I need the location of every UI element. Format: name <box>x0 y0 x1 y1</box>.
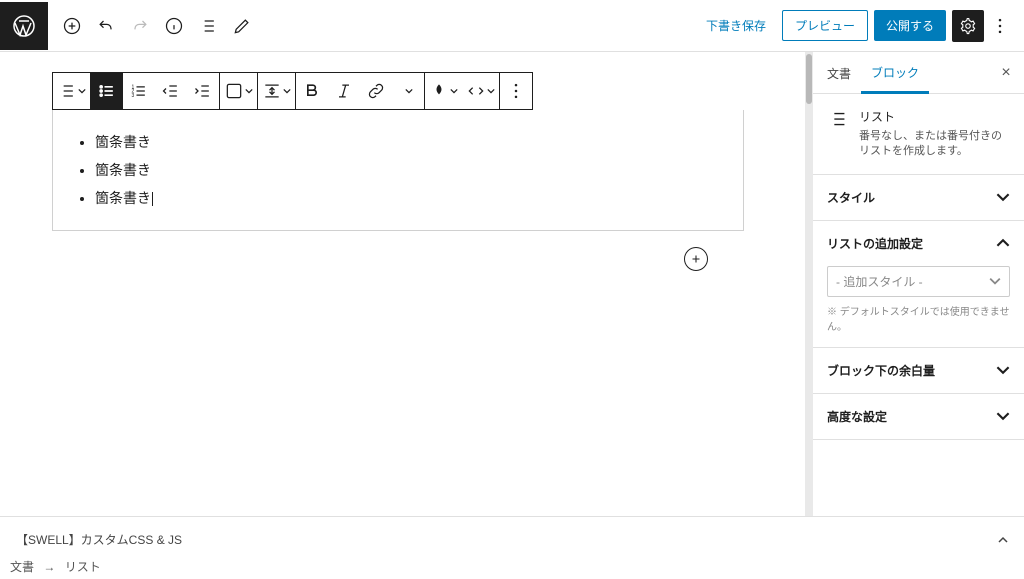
save-draft-button[interactable]: 下書き保存 <box>696 11 776 40</box>
extra-style-note: ※ デフォルトスタイルでは使用できません。 <box>827 303 1010 333</box>
info-icon[interactable] <box>158 10 190 42</box>
link-icon[interactable] <box>360 73 392 109</box>
block-description: リスト 番号なし、または番号付きのリストを作成します。 <box>813 94 1024 175</box>
code-icon[interactable] <box>462 73 499 109</box>
breadcrumb-doc[interactable]: 文書 <box>10 560 34 574</box>
more-menu-icon[interactable] <box>984 10 1016 42</box>
breadcrumb-sep: → <box>43 560 55 574</box>
panel-list-extra-header[interactable]: リストの追加設定 <box>813 221 1024 266</box>
panel-margin-header[interactable]: ブロック下の余白量 <box>813 348 1024 393</box>
chevron-down-icon <box>996 190 1010 204</box>
block-more-icon[interactable] <box>500 73 532 109</box>
panel-advanced: 高度な設定 <box>813 394 1024 440</box>
format-more-icon[interactable] <box>392 73 424 109</box>
italic-icon[interactable] <box>328 73 360 109</box>
tab-block[interactable]: ブロック <box>861 52 929 94</box>
close-sidebar-icon[interactable]: × <box>992 64 1020 82</box>
chevron-up-icon <box>998 535 1008 545</box>
settings-icon[interactable] <box>952 10 984 42</box>
sidebar-scrollbar[interactable] <box>805 52 813 516</box>
main-area: 123 <box>0 52 1024 516</box>
preview-button[interactable]: プレビュー <box>782 10 868 41</box>
indent-icon[interactable] <box>187 73 219 109</box>
wp-logo[interactable] <box>0 2 48 50</box>
list-block-type-icon[interactable] <box>53 73 90 109</box>
sidebar-tabs: 文書 ブロック × <box>813 52 1024 94</box>
bullet-list-icon[interactable] <box>91 73 123 109</box>
panel-list-extra: リストの追加設定 - 追加スタイル - ※ デフォルトスタイルでは使用できません… <box>813 221 1024 348</box>
panel-style-header[interactable]: スタイル <box>813 175 1024 220</box>
chevron-down-icon <box>996 363 1010 377</box>
swell-panel[interactable]: 【SWELL】カスタムCSS & JS <box>0 516 1024 554</box>
chevron-down-icon <box>996 409 1010 423</box>
add-block-icon[interactable] <box>56 10 88 42</box>
margin-icon[interactable] <box>258 73 295 109</box>
border-icon[interactable] <box>220 73 257 109</box>
outline-icon[interactable] <box>192 10 224 42</box>
highlight-icon[interactable] <box>425 73 462 109</box>
list-block[interactable]: 箇条書き 箇条書き 箇条書き <box>52 110 744 231</box>
settings-sidebar: 文書 ブロック × リスト 番号なし、または番号付きのリストを作成します。 スタ… <box>812 52 1024 516</box>
redo-icon[interactable] <box>124 10 156 42</box>
chevron-down-icon <box>989 275 1001 287</box>
extra-style-select[interactable]: - 追加スタイル - <box>827 266 1010 297</box>
panel-style: スタイル <box>813 175 1024 221</box>
publish-button[interactable]: 公開する <box>874 10 946 41</box>
breadcrumb-block[interactable]: リスト <box>65 560 101 574</box>
chevron-up-icon <box>996 236 1010 250</box>
breadcrumb: 文書 → リスト <box>0 554 1024 579</box>
numbered-list-icon[interactable]: 123 <box>123 73 155 109</box>
list-item[interactable]: 箇条書き <box>95 188 723 208</box>
panel-advanced-header[interactable]: 高度な設定 <box>813 394 1024 439</box>
tab-document[interactable]: 文書 <box>817 53 861 92</box>
editor-canvas[interactable]: 123 <box>0 52 812 516</box>
panel-margin: ブロック下の余白量 <box>813 348 1024 394</box>
swell-panel-label: 【SWELL】カスタムCSS & JS <box>16 531 182 548</box>
block-desc-text: 番号なし、または番号付きのリストを作成します。 <box>859 129 1010 160</box>
outdent-icon[interactable] <box>155 73 187 109</box>
undo-icon[interactable] <box>90 10 122 42</box>
editor-top-bar: 下書き保存 プレビュー 公開する <box>0 0 1024 52</box>
block-title: リスト <box>859 108 1010 125</box>
list-icon <box>827 108 849 130</box>
bold-icon[interactable] <box>296 73 328 109</box>
list-item[interactable]: 箇条書き <box>95 132 723 152</box>
svg-text:3: 3 <box>132 93 135 99</box>
edit-icon[interactable] <box>226 10 258 42</box>
list-item[interactable]: 箇条書き <box>95 160 723 180</box>
block-toolbar: 123 <box>52 72 533 110</box>
block-inserter-icon[interactable] <box>684 247 708 271</box>
top-toolbar-left <box>56 10 258 42</box>
